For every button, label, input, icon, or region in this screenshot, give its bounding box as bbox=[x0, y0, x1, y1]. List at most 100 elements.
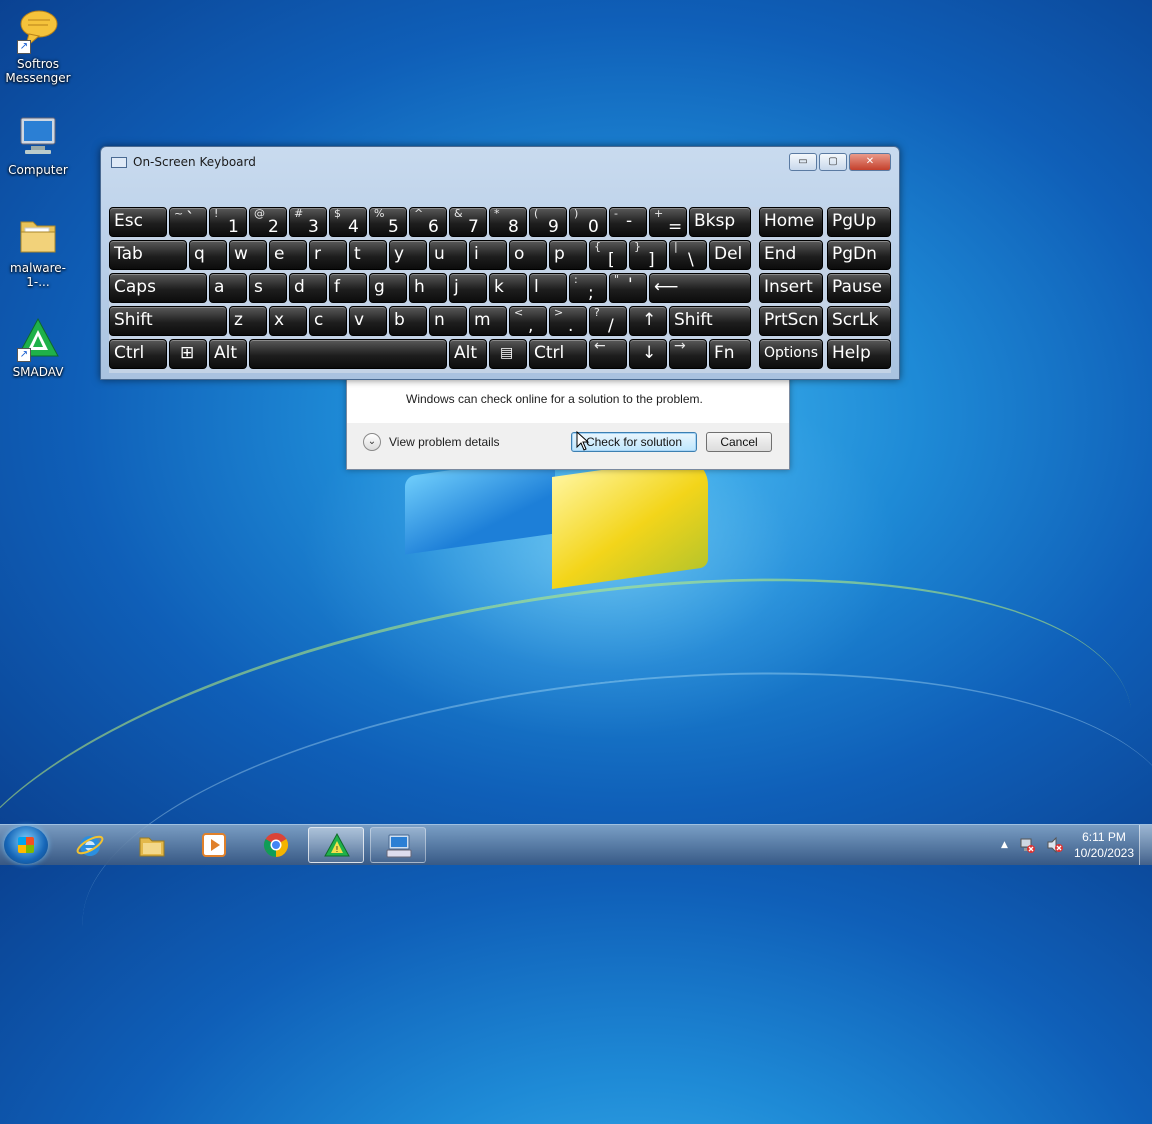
key-1[interactable]: ! 1 bbox=[209, 207, 247, 237]
key-y[interactable]: y bbox=[389, 240, 427, 270]
key-f[interactable]: f bbox=[329, 273, 367, 303]
key-ctrl-left[interactable]: Ctrl bbox=[109, 339, 167, 369]
key-u[interactable]: u bbox=[429, 240, 467, 270]
key-m[interactable]: m bbox=[469, 306, 507, 336]
key-slash[interactable]: ? / bbox=[589, 306, 627, 336]
taskbar-internet-explorer[interactable] bbox=[62, 827, 118, 863]
key-pause[interactable]: Pause bbox=[827, 273, 891, 303]
key-minus[interactable]: -- bbox=[609, 207, 647, 237]
key-l[interactable]: l bbox=[529, 273, 567, 303]
key-windows[interactable]: ⊞ bbox=[169, 339, 207, 369]
key-t[interactable]: t bbox=[349, 240, 387, 270]
key-right-bracket[interactable]: }] bbox=[629, 240, 667, 270]
key-q[interactable]: q bbox=[189, 240, 227, 270]
key-semicolon[interactable]: :; bbox=[569, 273, 607, 303]
key-i[interactable]: i bbox=[469, 240, 507, 270]
key-down-arrow[interactable]: ↓ bbox=[629, 339, 667, 369]
key-equals[interactable]: + = bbox=[649, 207, 687, 237]
key-p[interactable]: p bbox=[549, 240, 587, 270]
key-ctrl-right[interactable]: Ctrl bbox=[529, 339, 587, 369]
key-left-bracket[interactable]: {[ bbox=[589, 240, 627, 270]
minimize-button[interactable]: ▭ bbox=[789, 153, 817, 171]
key-up-arrow[interactable]: ↑ bbox=[629, 306, 667, 336]
key-tilde[interactable]: ~ ` bbox=[169, 207, 207, 237]
key-end[interactable]: End bbox=[759, 240, 823, 270]
key-left-arrow[interactable]: ← bbox=[589, 339, 627, 369]
key-pgdn[interactable]: PgDn bbox=[827, 240, 891, 270]
key-menu[interactable]: ▤ bbox=[489, 339, 527, 369]
taskbar-windows-explorer[interactable] bbox=[124, 827, 180, 863]
key-j[interactable]: j bbox=[449, 273, 487, 303]
close-button[interactable]: ✕ bbox=[849, 153, 891, 171]
key-7[interactable]: & 7 bbox=[449, 207, 487, 237]
desktop-icon-malware-folder[interactable]: malware-1-... bbox=[0, 212, 76, 289]
key-period[interactable]: >. bbox=[549, 306, 587, 336]
key-w[interactable]: w bbox=[229, 240, 267, 270]
desktop-icon-computer[interactable]: Computer bbox=[0, 114, 76, 177]
show-desktop-button[interactable] bbox=[1139, 825, 1152, 865]
key-fn[interactable]: Fn bbox=[709, 339, 751, 369]
key-del[interactable]: Del bbox=[709, 240, 751, 270]
key-prtscn[interactable]: PrtScn bbox=[759, 306, 823, 336]
key-alt-left[interactable]: Alt bbox=[209, 339, 247, 369]
key-x[interactable]: x bbox=[269, 306, 307, 336]
key-a[interactable]: a bbox=[209, 273, 247, 303]
key-right-arrow[interactable]: → bbox=[669, 339, 707, 369]
key-shift-right[interactable]: Shift bbox=[669, 306, 751, 336]
key-alt-right[interactable]: Alt bbox=[449, 339, 487, 369]
taskbar-on-screen-keyboard[interactable] bbox=[370, 827, 426, 863]
maximize-button[interactable]: ▢ bbox=[819, 153, 847, 171]
clock-time: 6:11 PM bbox=[1082, 830, 1126, 844]
key-quote[interactable]: " ' bbox=[609, 273, 647, 303]
taskbar-smadav[interactable]: ! bbox=[308, 827, 364, 863]
desktop-icon-softros[interactable]: ↗ Softros Messenger bbox=[0, 8, 76, 85]
key-shift-left[interactable]: Shift bbox=[109, 306, 227, 336]
key-9[interactable]: (9 bbox=[529, 207, 567, 237]
network-disconnected-icon[interactable] bbox=[1018, 836, 1036, 854]
key-4[interactable]: $4 bbox=[329, 207, 367, 237]
key-comma[interactable]: <, bbox=[509, 306, 547, 336]
key-0[interactable]: ) 0 bbox=[569, 207, 607, 237]
key-backslash[interactable]: | \ bbox=[669, 240, 707, 270]
key-tab[interactable]: Tab bbox=[109, 240, 187, 270]
key-n[interactable]: n bbox=[429, 306, 467, 336]
taskbar-media-player[interactable] bbox=[186, 827, 242, 863]
key-caps[interactable]: Caps bbox=[109, 273, 207, 303]
taskbar-chrome[interactable] bbox=[248, 827, 304, 863]
key-options[interactable]: Options bbox=[759, 339, 823, 369]
key-insert[interactable]: Insert bbox=[759, 273, 823, 303]
key-8[interactable]: * 8 bbox=[489, 207, 527, 237]
key-enter[interactable]: ⟵ bbox=[649, 273, 751, 303]
clock[interactable]: 6:11 PM 10/20/2023 bbox=[1074, 829, 1134, 861]
view-problem-details-button[interactable]: ⌄ View problem details bbox=[363, 433, 500, 451]
key-z[interactable]: z bbox=[229, 306, 267, 336]
key-scrlk[interactable]: ScrLk bbox=[827, 306, 891, 336]
key-v[interactable]: v bbox=[349, 306, 387, 336]
cancel-button[interactable]: Cancel bbox=[706, 432, 772, 452]
key-k[interactable]: k bbox=[489, 273, 527, 303]
key-3[interactable]: #3 bbox=[289, 207, 327, 237]
key-g[interactable]: g bbox=[369, 273, 407, 303]
key-c[interactable]: c bbox=[309, 306, 347, 336]
key-r[interactable]: r bbox=[309, 240, 347, 270]
key-h[interactable]: h bbox=[409, 273, 447, 303]
key-b[interactable]: b bbox=[389, 306, 427, 336]
key-6[interactable]: ^ 6 bbox=[409, 207, 447, 237]
desktop-icon-smadav[interactable]: ↗ SMADAV bbox=[0, 316, 76, 379]
show-hidden-icons-button[interactable]: ▲ bbox=[1001, 840, 1008, 850]
key-e[interactable]: e bbox=[269, 240, 307, 270]
key-esc[interactable]: Esc bbox=[109, 207, 167, 237]
key-s[interactable]: s bbox=[249, 273, 287, 303]
key-backspace[interactable]: Bksp bbox=[689, 207, 751, 237]
key-pgup[interactable]: PgUp bbox=[827, 207, 891, 237]
volume-muted-icon[interactable] bbox=[1046, 836, 1064, 854]
key-2[interactable]: @2 bbox=[249, 207, 287, 237]
key-home[interactable]: Home bbox=[759, 207, 823, 237]
key-help[interactable]: Help bbox=[827, 339, 891, 369]
key-space[interactable] bbox=[249, 339, 447, 369]
key-o[interactable]: o bbox=[509, 240, 547, 270]
key-5[interactable]: % 5 bbox=[369, 207, 407, 237]
key-d[interactable]: d bbox=[289, 273, 327, 303]
shortcut-arrow-icon: ↗ bbox=[17, 348, 31, 362]
start-button[interactable] bbox=[4, 826, 48, 864]
